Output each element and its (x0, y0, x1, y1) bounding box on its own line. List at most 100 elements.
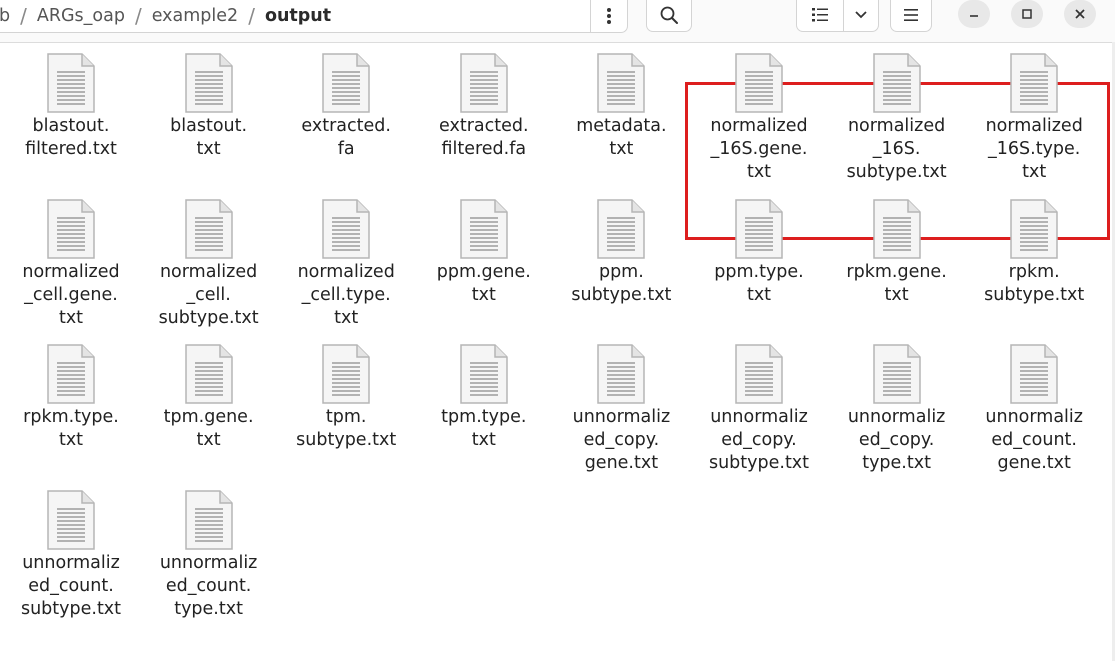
file-name-label: normalized _cell.gene. txt (22, 261, 120, 328)
file-item[interactable]: ppm.type. txt (690, 198, 828, 307)
file-item[interactable]: blastout. txt (140, 52, 278, 161)
file-name-label: tpm.gene. txt (163, 407, 254, 450)
list-view-icon (812, 8, 828, 22)
file-item[interactable]: normalized _cell. subtype.txt (140, 198, 278, 330)
text-file-icon (322, 198, 370, 259)
file-name-label: ppm.gene. txt (436, 261, 531, 305)
text-file-icon (1010, 344, 1058, 404)
list-view-button[interactable] (796, 0, 844, 32)
text-file-icon (735, 198, 783, 259)
text-file-icon (872, 53, 921, 113)
file-item[interactable]: normalized _16S. subtype.txt (828, 52, 966, 184)
file-name-label: rpkm. subtype.txt (984, 261, 1085, 305)
view-options-dropdown[interactable] (843, 0, 879, 32)
file-name-label: blastout. txt (170, 116, 248, 159)
breadcrumb-item-output[interactable]: output (261, 2, 335, 30)
file-item[interactable]: blastout. filtered.txt (2, 52, 140, 161)
file-item[interactable]: tpm.gene. txt (140, 343, 278, 452)
file-name-label: unnormaliz ed_copy. gene.txt (572, 407, 671, 473)
file-item[interactable]: tpm.type. txt (415, 343, 553, 452)
file-item[interactable]: ppm. subtype.txt (552, 198, 690, 307)
text-file-icon (322, 344, 370, 404)
file-name-label: ppm.type. txt (714, 261, 804, 305)
maximize-icon (1022, 9, 1032, 19)
file-name-label: normalized _16S.type. txt (985, 116, 1083, 182)
text-file-icon (872, 344, 921, 404)
file-item[interactable]: normalized _cell.gene. txt (2, 198, 140, 330)
file-name-label: ppm. subtype.txt (571, 261, 672, 305)
minimize-icon (970, 15, 978, 17)
text-file-icon (872, 198, 921, 259)
header-bar: b / ARGs_oap / example2 / output (0, 0, 1115, 43)
hamburger-menu-icon (904, 9, 918, 21)
breadcrumb-item-args-oap[interactable]: ARGs_oap (33, 2, 129, 30)
file-item[interactable]: normalized _16S.type. txt (965, 52, 1103, 184)
file-item[interactable]: unnormaliz ed_count. type.txt (140, 489, 278, 621)
file-name-label: unnormaliz ed_copy. subtype.txt (708, 407, 810, 473)
file-item[interactable]: unnormaliz ed_count. subtype.txt (2, 489, 140, 621)
main-menu-button[interactable] (890, 0, 932, 32)
text-file-icon (735, 53, 783, 113)
text-file-icon (47, 489, 95, 550)
file-item[interactable]: unnormaliz ed_count. gene.txt (965, 343, 1103, 475)
file-item[interactable]: normalized _16S.gene. txt (690, 52, 828, 184)
breadcrumb-item-example2[interactable]: example2 (148, 2, 242, 30)
text-file-icon (184, 198, 233, 259)
file-item[interactable]: unnormaliz ed_copy. type.txt (828, 343, 966, 475)
breadcrumb: b / ARGs_oap / example2 / output (0, 0, 628, 33)
file-name-label: normalized _cell. subtype.txt (158, 261, 259, 328)
text-file-icon (735, 344, 783, 404)
breadcrumb-separator: / (134, 4, 142, 28)
file-item[interactable]: extracted. fa (277, 52, 415, 161)
file-item[interactable]: unnormaliz ed_copy. subtype.txt (690, 343, 828, 475)
breadcrumb-separator: / (248, 4, 255, 28)
file-grid: blastout. filtered.txt blastout. txt ext… (0, 42, 1115, 661)
search-icon (660, 6, 678, 24)
file-item[interactable]: rpkm.type. txt (2, 343, 140, 452)
search-button[interactable] (646, 0, 692, 32)
file-name-label: tpm. subtype.txt (296, 407, 397, 450)
file-name-label: unnormaliz ed_count. subtype.txt (20, 552, 122, 619)
file-item[interactable]: tpm. subtype.txt (277, 343, 415, 452)
file-name-label: unnormaliz ed_count. type.txt (159, 552, 258, 619)
text-file-icon (597, 198, 646, 259)
file-name-label: tpm.type. txt (441, 407, 527, 450)
text-file-icon (1010, 53, 1058, 113)
file-item[interactable]: ppm.gene. txt (415, 198, 553, 307)
text-file-icon (460, 53, 508, 113)
text-file-icon (322, 53, 370, 113)
file-item[interactable]: unnormaliz ed_copy. gene.txt (552, 343, 690, 475)
file-item[interactable]: normalized _cell.type. txt (277, 198, 415, 330)
file-item[interactable]: metadata. txt (552, 52, 690, 161)
file-item[interactable]: extracted. filtered.fa (415, 52, 553, 161)
file-name-label: blastout. filtered.txt (25, 116, 117, 159)
close-button[interactable] (1064, 0, 1096, 28)
text-file-icon (47, 53, 95, 113)
maximize-button[interactable] (1011, 0, 1043, 28)
file-name-label: extracted. filtered.fa (439, 116, 529, 159)
file-name-label: normalized _cell.type. txt (297, 261, 395, 328)
file-name-label: unnormaliz ed_count. gene.txt (985, 407, 1083, 473)
path-menu-button[interactable] (590, 0, 627, 32)
file-item[interactable]: rpkm. subtype.txt (965, 198, 1103, 307)
breadcrumb-item-parent[interactable]: b (0, 2, 14, 30)
text-file-icon (597, 53, 646, 113)
file-name-label: extracted. fa (301, 116, 391, 159)
breadcrumb-separator: / (20, 4, 27, 28)
text-file-icon (184, 489, 233, 550)
text-file-icon (460, 198, 508, 259)
text-file-icon (47, 198, 95, 259)
close-icon (1075, 9, 1085, 19)
text-file-icon (184, 344, 233, 404)
file-item[interactable]: rpkm.gene. txt (828, 198, 966, 307)
file-name-label: rpkm.gene. txt (846, 261, 947, 305)
text-file-icon (47, 344, 95, 404)
minimize-button[interactable] (958, 0, 990, 28)
file-name-label: rpkm.type. txt (23, 407, 119, 450)
file-manager-window: b / ARGs_oap / example2 / output blastou… (0, 0, 1115, 661)
file-name-label: unnormaliz ed_copy. type.txt (847, 407, 946, 473)
file-name-label: normalized _16S. subtype.txt (846, 116, 947, 182)
text-file-icon (184, 53, 233, 113)
text-file-icon (1010, 198, 1058, 259)
text-file-icon (460, 344, 508, 404)
